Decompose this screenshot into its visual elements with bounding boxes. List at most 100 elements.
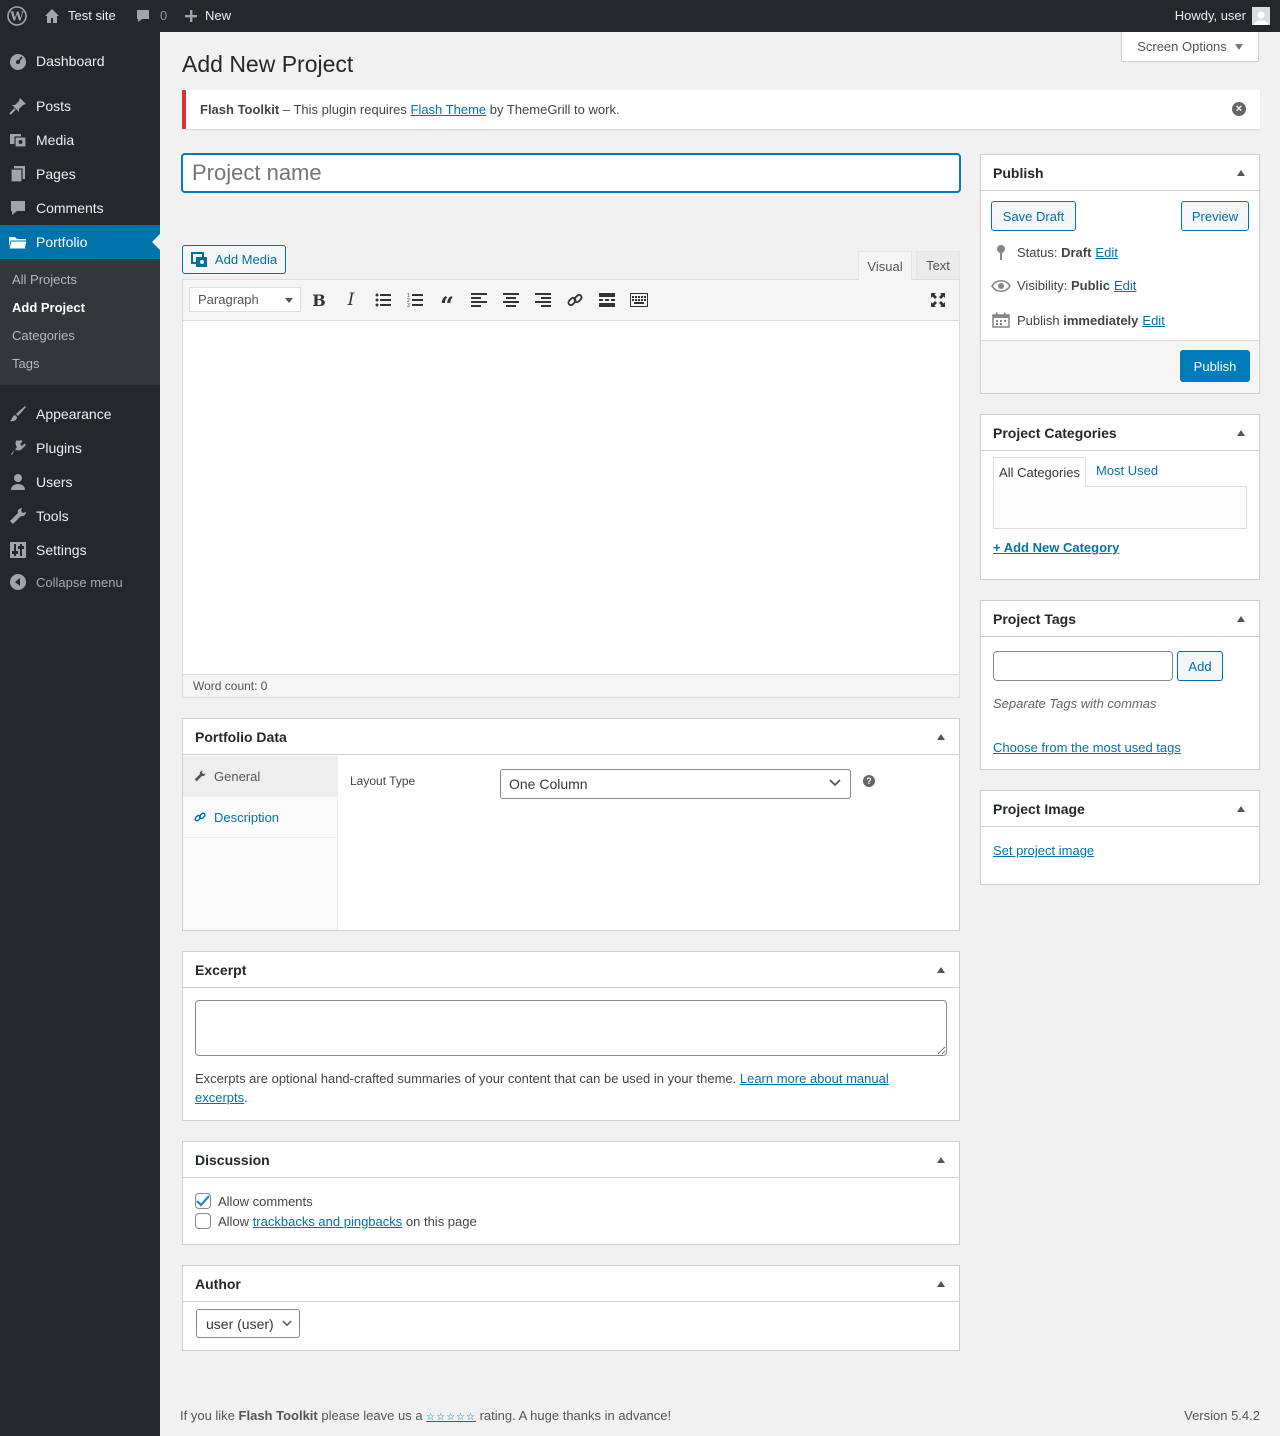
help-question-icon[interactable]: ?: [863, 775, 875, 787]
excerpt-period: .: [244, 1090, 248, 1105]
read-more-icon[interactable]: [597, 289, 617, 311]
dismiss-notice-icon[interactable]: ×: [1232, 102, 1246, 116]
site-home-link[interactable]: Test site: [44, 0, 116, 32]
menu-tools-label: Tools: [36, 508, 69, 524]
menu-comments[interactable]: Comments: [0, 191, 160, 225]
menu-dashboard[interactable]: Dashboard: [0, 44, 160, 78]
format-select[interactable]: Paragraph: [189, 287, 301, 312]
tab-most-used[interactable]: Most Used: [1096, 463, 1158, 478]
menu-tools[interactable]: Tools: [0, 499, 160, 533]
screen-options-button[interactable]: Screen Options: [1121, 32, 1259, 62]
add-media-button[interactable]: Add Media: [182, 245, 286, 274]
allow-comments-checkbox[interactable]: [195, 1193, 211, 1209]
toggle-arrow-icon[interactable]: [1237, 616, 1245, 622]
set-project-image-link[interactable]: Set project image: [993, 843, 1094, 858]
comments-link[interactable]: 0: [135, 0, 167, 32]
italic-icon[interactable]: I: [341, 289, 361, 311]
editor-content-area[interactable]: [183, 321, 959, 674]
fullscreen-icon[interactable]: [928, 289, 948, 311]
submenu-categories[interactable]: Categories: [12, 328, 75, 343]
menu-media[interactable]: Media: [0, 123, 160, 157]
bold-icon[interactable]: B: [309, 289, 329, 311]
tab-description[interactable]: Description: [183, 797, 337, 838]
menu-portfolio[interactable]: Portfolio: [0, 225, 160, 259]
menu-portfolio-label: Portfolio: [36, 234, 88, 250]
user-icon: [8, 472, 28, 492]
collapse-menu-button[interactable]: Collapse menu: [0, 569, 160, 595]
numbered-list-icon[interactable]: 123: [405, 289, 425, 311]
new-content-link[interactable]: New: [184, 0, 231, 32]
toggle-arrow-icon[interactable]: [937, 734, 945, 740]
tags-header[interactable]: Project Tags: [981, 601, 1259, 637]
wrench-icon: [194, 770, 206, 782]
toggle-arrow-icon[interactable]: [1237, 430, 1245, 436]
tab-general[interactable]: General: [183, 756, 337, 797]
menu-users[interactable]: Users: [0, 465, 160, 499]
save-draft-button[interactable]: Save Draft: [991, 201, 1076, 231]
tab-text[interactable]: Text: [916, 251, 960, 280]
excerpt-textarea[interactable]: [195, 1000, 947, 1056]
add-new-category-link[interactable]: + Add New Category: [993, 540, 1119, 555]
my-account-link[interactable]: Howdy, user: [1175, 0, 1270, 32]
footer-plugin-name: Flash Toolkit: [238, 1408, 318, 1423]
add-tag-button[interactable]: Add: [1177, 651, 1223, 681]
edit-status-link[interactable]: Edit: [1095, 245, 1117, 260]
submenu-add-project[interactable]: Add Project: [12, 300, 85, 315]
blockquote-icon[interactable]: “: [437, 289, 457, 320]
toggle-arrow-icon[interactable]: [937, 967, 945, 973]
author-header[interactable]: Author: [183, 1266, 959, 1302]
toggle-arrow-icon[interactable]: [937, 1157, 945, 1163]
allow-trackbacks-row: Allow trackbacks and pingbacks on this p…: [195, 1213, 477, 1229]
howdy-text: Howdy, user: [1174, 8, 1246, 23]
chevron-down-icon: [282, 1320, 292, 1327]
eye-icon: [991, 279, 1011, 293]
submenu-tags[interactable]: Tags: [12, 356, 39, 371]
choose-most-used-tags-link[interactable]: Choose from the most used tags: [993, 740, 1181, 755]
tab-visual[interactable]: Visual: [858, 251, 912, 280]
publish-button[interactable]: Publish: [1180, 350, 1250, 382]
status-value: Draft: [1061, 244, 1092, 260]
align-center-icon[interactable]: [501, 289, 521, 311]
menu-plugins[interactable]: Plugins: [0, 431, 160, 465]
excerpt-help: Excerpts are optional hand-crafted summa…: [195, 1069, 935, 1107]
toolbar-toggle-icon[interactable]: [629, 289, 649, 311]
toggle-arrow-icon[interactable]: [1237, 170, 1245, 176]
menu-posts[interactable]: Posts: [0, 89, 160, 123]
new-tag-input[interactable]: [993, 651, 1173, 681]
submenu-all-projects[interactable]: All Projects: [12, 272, 77, 287]
menu-pages[interactable]: Pages: [0, 157, 160, 191]
align-right-icon[interactable]: [533, 289, 553, 311]
calendar-icon: [991, 312, 1011, 328]
project-name-input[interactable]: [182, 154, 960, 192]
bullet-list-icon[interactable]: [373, 289, 393, 311]
excerpt-title: Excerpt: [195, 961, 247, 978]
edit-publish-time-link[interactable]: Edit: [1142, 313, 1164, 328]
author-select[interactable]: user (user): [196, 1309, 300, 1338]
categories-header[interactable]: Project Categories: [981, 415, 1259, 451]
excerpt-header[interactable]: Excerpt: [183, 952, 959, 988]
insert-link-icon[interactable]: [565, 289, 585, 311]
portfolio-data-header[interactable]: Portfolio Data: [183, 719, 959, 755]
tab-all-categories[interactable]: All Categories: [993, 457, 1086, 487]
wordpress-logo-icon[interactable]: W: [7, 0, 27, 32]
toggle-arrow-icon[interactable]: [937, 1281, 945, 1287]
edit-visibility-link[interactable]: Edit: [1114, 278, 1136, 293]
preview-button[interactable]: Preview: [1181, 201, 1249, 231]
add-media-label: Add Media: [214, 252, 278, 267]
rating-stars-link[interactable]: ☆☆☆☆☆: [426, 1412, 476, 1423]
menu-appearance[interactable]: Appearance: [0, 397, 160, 431]
publish-header[interactable]: Publish: [981, 155, 1259, 191]
allow-trackbacks-checkbox[interactable]: [195, 1213, 211, 1229]
trackbacks-pingbacks-link[interactable]: trackbacks and pingbacks: [253, 1214, 403, 1229]
notice-theme-link[interactable]: Flash Theme: [411, 102, 487, 117]
layout-type-select[interactable]: One Column: [500, 769, 851, 799]
image-header[interactable]: Project Image: [981, 791, 1259, 827]
toggle-arrow-icon[interactable]: [1237, 806, 1245, 812]
align-left-icon[interactable]: [469, 289, 489, 311]
discussion-header[interactable]: Discussion: [183, 1142, 959, 1178]
visibility-value: Public: [1070, 278, 1110, 293]
page-title: Add New Project: [182, 51, 354, 77]
footer-before: If you like: [180, 1408, 239, 1423]
comment-bubble-icon: [135, 8, 151, 24]
menu-settings[interactable]: Settings: [0, 533, 160, 567]
